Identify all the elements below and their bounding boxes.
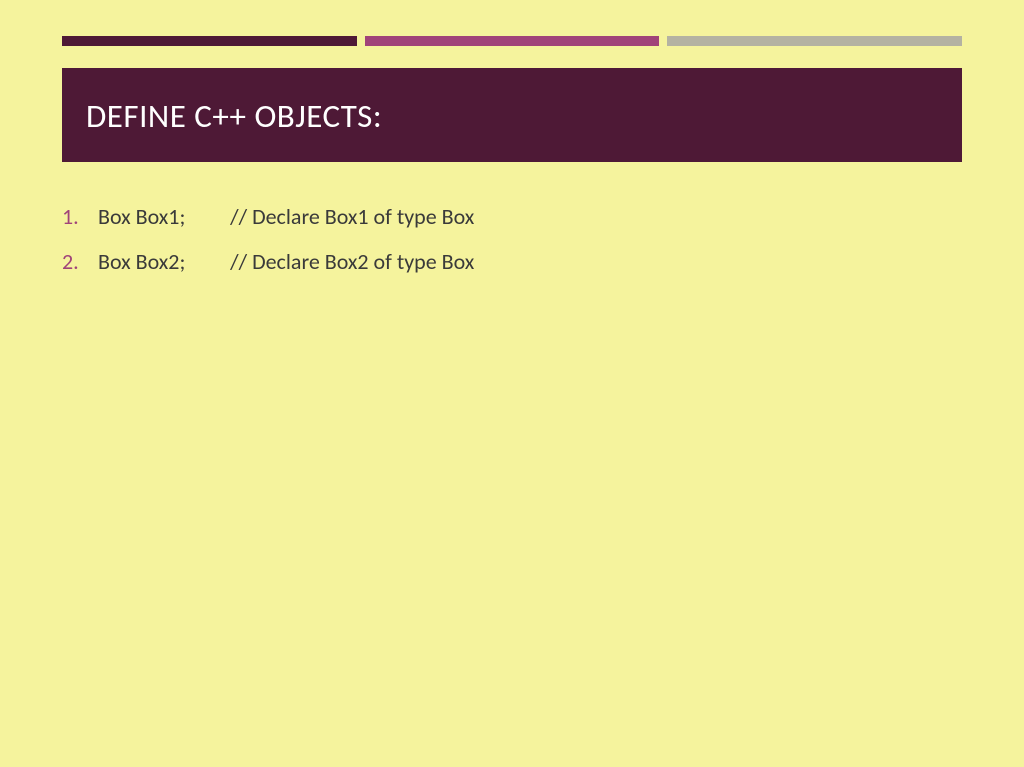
list-item: 2. Box Box2; // Declare Box2 of type Box bbox=[62, 245, 962, 278]
list-number: 1. bbox=[62, 200, 98, 233]
accent-bar-1 bbox=[62, 36, 357, 46]
list-item: 1. Box Box1; // Declare Box1 of type Box bbox=[62, 200, 962, 233]
accent-bar-3 bbox=[667, 36, 962, 46]
title-container: DEFINE C++ OBJECTS: bbox=[62, 68, 962, 162]
list-number: 2. bbox=[62, 245, 98, 278]
accent-bars bbox=[0, 0, 1024, 46]
accent-bar-2 bbox=[365, 36, 660, 46]
list-text: Box Box1; // Declare Box1 of type Box bbox=[98, 200, 474, 233]
list-text: Box Box2; // Declare Box2 of type Box bbox=[98, 245, 474, 278]
content-area: 1. Box Box1; // Declare Box1 of type Box… bbox=[0, 162, 1024, 278]
slide-title: DEFINE C++ OBJECTS: bbox=[86, 96, 938, 136]
